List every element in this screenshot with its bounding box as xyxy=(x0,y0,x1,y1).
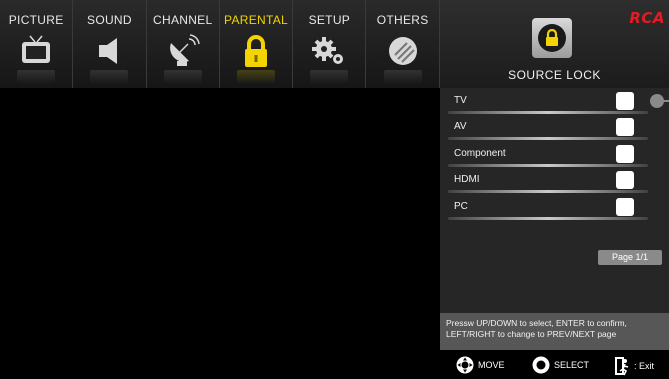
tab-setup[interactable]: SETUP xyxy=(293,0,367,88)
help-text: Pressw UP/DOWN to select, ENTER to confi… xyxy=(440,313,669,350)
icon-reflection xyxy=(310,70,349,84)
tv-icon xyxy=(16,33,56,69)
source-checkbox[interactable] xyxy=(616,118,634,136)
scroll-indicator[interactable] xyxy=(650,94,669,108)
tab-parental[interactable]: PARENTAL xyxy=(220,0,294,88)
icon-reflection xyxy=(163,70,202,84)
footer-hints: MOVE SELECT : Exit xyxy=(440,350,669,379)
select-label: SELECT xyxy=(554,360,590,370)
source-row-hdmi[interactable]: HDMI xyxy=(440,167,669,193)
move-hint: MOVE xyxy=(456,356,505,374)
source-label: HDMI xyxy=(454,174,480,185)
source-label: PC xyxy=(454,201,468,212)
tab-label: PARENTAL xyxy=(224,13,289,27)
dpad-icon xyxy=(456,356,474,374)
source-list-panel: TV AV Component HDMI PC Page 1/1 xyxy=(440,88,669,313)
tab-picture[interactable]: PICTURE xyxy=(0,0,74,88)
page-indicator[interactable]: Page 1/1 xyxy=(598,250,662,265)
source-row-component[interactable]: Component xyxy=(440,141,669,167)
exit-label: : Exit xyxy=(634,361,655,371)
section-title: SOURCE LOCK xyxy=(508,68,601,82)
satellite-dish-icon xyxy=(163,33,203,69)
brand-logo: RCA xyxy=(629,9,665,27)
move-label: MOVE xyxy=(478,360,505,370)
source-label: TV xyxy=(454,95,467,106)
source-checkbox[interactable] xyxy=(616,171,634,189)
tab-label: PICTURE xyxy=(8,13,64,27)
row-divider xyxy=(448,137,648,140)
source-label: Component xyxy=(454,148,506,159)
lock-icon xyxy=(538,24,566,52)
tab-channel[interactable]: CHANNEL xyxy=(147,0,220,88)
select-hint: SELECT xyxy=(532,356,589,374)
icon-reflection xyxy=(237,70,276,84)
source-row-av[interactable]: AV xyxy=(440,114,669,140)
tab-others[interactable]: OTHERS xyxy=(366,0,440,88)
icon-reflection xyxy=(90,70,129,84)
icon-reflection xyxy=(383,70,422,84)
exit-hint: : Exit xyxy=(614,356,654,376)
menu-tab-bar: PICTURE SOUND CHANNEL PARENTAL SETUP OTH xyxy=(0,0,440,88)
icon-reflection xyxy=(17,70,56,84)
source-lock-badge xyxy=(532,18,572,58)
others-icon xyxy=(383,33,423,69)
source-checkbox[interactable] xyxy=(616,198,634,216)
tab-label: CHANNEL xyxy=(153,13,213,27)
row-divider xyxy=(448,217,648,220)
source-row-pc[interactable]: PC xyxy=(440,194,669,220)
tab-label: SETUP xyxy=(308,13,351,27)
gears-icon xyxy=(309,33,349,69)
source-checkbox[interactable] xyxy=(616,92,634,110)
lock-icon xyxy=(236,33,276,69)
source-row-tv[interactable]: TV xyxy=(440,88,669,114)
tab-label: SOUND xyxy=(87,13,132,27)
speaker-icon xyxy=(89,33,129,69)
exit-icon xyxy=(615,357,629,376)
tab-sound[interactable]: SOUND xyxy=(73,0,147,88)
source-label: AV xyxy=(454,121,467,132)
tab-label: OTHERS xyxy=(376,13,429,27)
panel-header: RCA SOURCE LOCK xyxy=(440,0,669,88)
row-divider xyxy=(448,190,648,193)
video-preview-area xyxy=(0,88,440,379)
select-button-icon xyxy=(532,356,550,374)
source-checkbox[interactable] xyxy=(616,145,634,163)
